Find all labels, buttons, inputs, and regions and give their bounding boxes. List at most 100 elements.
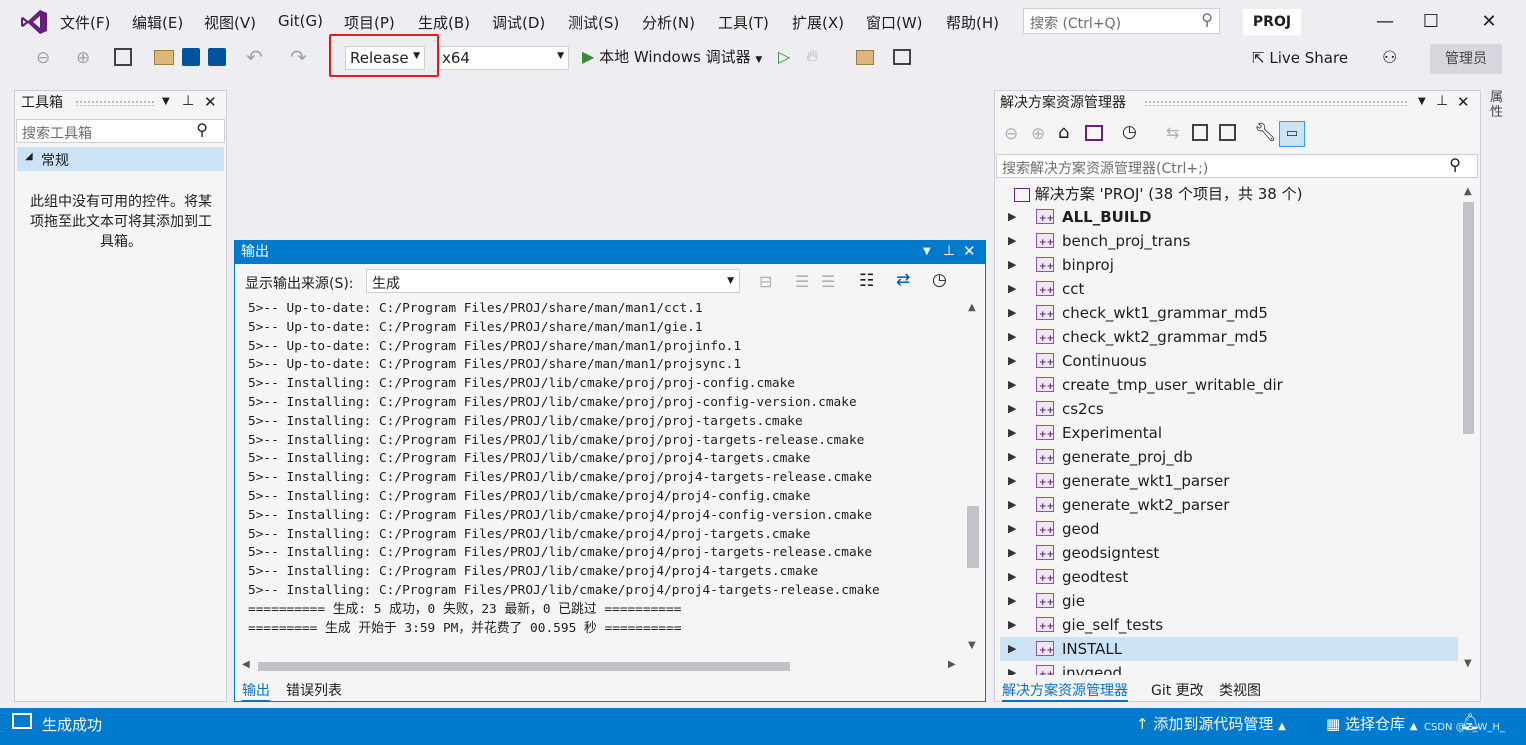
word-wrap-icon[interactable]: ⇄ xyxy=(896,270,910,290)
back-icon[interactable]: ⊖ xyxy=(36,48,50,68)
tree-item-project[interactable]: ▶ check_wkt1_grammar_md5 xyxy=(1000,301,1458,327)
dropdown-arrow-icon[interactable]: ▼ xyxy=(923,246,931,257)
expand-arrow-icon[interactable]: ▶ xyxy=(1008,469,1016,493)
menu-item[interactable]: 项目(P) xyxy=(344,12,395,33)
expand-arrow-icon[interactable]: ▶ xyxy=(1008,613,1016,637)
solution-search-input[interactable]: 搜索解决方案资源管理器(Ctrl+;) xyxy=(1002,158,1208,178)
prev-message-icon[interactable]: ☰ xyxy=(795,272,809,291)
expand-arrow-icon[interactable]: ▶ xyxy=(1008,205,1016,229)
output-source-dropdown[interactable]: 生成 ▼ xyxy=(366,269,740,293)
expand-arrow-icon[interactable]: ▶ xyxy=(1008,445,1016,469)
next-message-icon[interactable]: ☰ xyxy=(821,272,835,291)
show-all-files-icon[interactable] xyxy=(1219,124,1236,141)
menu-item[interactable]: 测试(S) xyxy=(568,12,619,33)
scroll-right-icon[interactable]: ▶ xyxy=(948,659,956,670)
solution-root[interactable]: 解决方案 'PROJ' (38 个项目，共 38 个) xyxy=(1014,183,1302,205)
solution-vertical-scrollbar[interactable]: ▲ ▼ xyxy=(1460,182,1477,674)
feedback-icon[interactable]: ⚇ xyxy=(1382,48,1397,68)
expand-arrow-icon[interactable]: ▶ xyxy=(1008,661,1016,675)
menu-item[interactable]: 文件(F) xyxy=(60,12,110,33)
tree-item-project[interactable]: ▶ create_tmp_user_writable_dir xyxy=(1000,373,1458,399)
toolbox-search-input[interactable]: 搜索工具箱 xyxy=(22,123,92,143)
tree-item-project[interactable]: ▶ invgeod xyxy=(1000,661,1458,675)
menu-item[interactable]: 帮助(H) xyxy=(946,12,999,33)
sync-icon[interactable]: ⇆ xyxy=(1166,123,1179,142)
tree-item-project[interactable]: ▶ generate_wkt2_parser xyxy=(1000,493,1458,519)
tree-item-project[interactable]: ▶ binproj xyxy=(1000,253,1458,279)
scroll-up-icon[interactable]: ▲ xyxy=(1464,186,1472,197)
close-icon[interactable]: ✕ xyxy=(204,93,217,111)
expand-arrow-icon[interactable]: ▶ xyxy=(1008,589,1016,613)
preview-selected-icon[interactable]: ▭ xyxy=(1279,121,1305,147)
menu-item[interactable]: Git(G) xyxy=(278,12,323,30)
scroll-thumb[interactable] xyxy=(258,662,790,671)
properties-side-tab[interactable]: 属性 xyxy=(1490,90,1504,120)
expand-arrow-icon[interactable]: ▶ xyxy=(1008,493,1016,517)
dropdown-arrow-icon[interactable]: ▼ xyxy=(162,96,170,107)
toolbox-search[interactable]: 搜索工具箱 ⚲ xyxy=(16,119,225,143)
tree-item-project[interactable]: ▶ cs2cs xyxy=(1000,397,1458,423)
solution-explorer-grip[interactable] xyxy=(1144,100,1408,106)
scroll-up-icon[interactable]: ▲ xyxy=(968,302,976,313)
clear-all-icon[interactable]: ☷ xyxy=(859,271,874,291)
search-icon[interactable]: ⚲ xyxy=(1201,10,1213,29)
vertical-scrollbar[interactable]: ▲ ▼ xyxy=(963,296,983,656)
expand-arrow-icon[interactable]: ▶ xyxy=(1008,301,1016,325)
solution-platform-dropdown[interactable]: x64 ▼ xyxy=(439,46,569,70)
pending-changes-filter-icon[interactable]: ◷ xyxy=(1122,122,1137,142)
menu-item[interactable]: 视图(V) xyxy=(204,12,256,33)
expand-arrow-icon[interactable]: ▶ xyxy=(1008,229,1016,253)
menu-item[interactable]: 扩展(X) xyxy=(792,12,844,33)
expand-arrow-icon[interactable]: ▶ xyxy=(1008,517,1016,541)
scroll-left-icon[interactable]: ◀ xyxy=(242,659,250,670)
open-folder-icon[interactable] xyxy=(154,50,174,65)
home-icon[interactable]: ⌂ xyxy=(1058,122,1069,143)
minimize-button[interactable]: — xyxy=(1370,8,1400,36)
scroll-down-icon[interactable]: ▼ xyxy=(1464,658,1472,669)
properties-wrench-icon[interactable]: 🔧︎ xyxy=(1254,122,1277,143)
scroll-thumb[interactable] xyxy=(967,506,979,568)
scroll-down-icon[interactable]: ▼ xyxy=(968,640,976,651)
close-icon[interactable]: ✕ xyxy=(1457,93,1470,111)
pin-icon[interactable]: ⊥ xyxy=(182,93,194,109)
add-to-source-control-button[interactable]: ↑ 添加到源代码管理 ▲ xyxy=(1136,713,1286,734)
pin-icon[interactable]: ⊥ xyxy=(1436,93,1448,109)
tree-item-project[interactable]: ▶ cct xyxy=(1000,277,1458,303)
dropdown-arrow-icon[interactable]: ▼ xyxy=(1418,96,1426,107)
switch-views-icon[interactable] xyxy=(1085,125,1103,141)
scroll-thumb[interactable] xyxy=(1463,202,1474,434)
save-icon[interactable] xyxy=(182,48,200,66)
expand-arrow-icon[interactable]: ▶ xyxy=(1008,565,1016,589)
tree-item-project[interactable]: ▶ gie xyxy=(1000,589,1458,615)
menu-item[interactable]: 工具(T) xyxy=(718,12,769,33)
find-in-files-icon[interactable] xyxy=(856,50,874,65)
redo-icon[interactable]: ↷ xyxy=(290,45,307,69)
tree-item-project[interactable]: ▶ Experimental xyxy=(1000,421,1458,447)
close-icon[interactable]: ✕ xyxy=(963,242,976,260)
tree-item-project[interactable]: ▶ ALL_BUILD xyxy=(1000,205,1458,231)
tree-item-project[interactable]: ▶ generate_wkt1_parser xyxy=(1000,469,1458,495)
toolbox-group-general[interactable]: ◢ 常规 xyxy=(17,147,224,171)
start-debugging-button[interactable]: ▶ 本地 Windows 调试器 ▼ xyxy=(582,46,762,67)
expand-arrow-icon[interactable]: ▶ xyxy=(1008,373,1016,397)
search-input[interactable]: 搜索 (Ctrl+Q) xyxy=(1030,16,1121,32)
solution-tab-class-view[interactable]: 类视图 xyxy=(1219,680,1261,700)
menu-item[interactable]: 生成(B) xyxy=(418,12,470,33)
collapse-all-icon[interactable] xyxy=(1192,124,1208,141)
select-repository-button[interactable]: ▦ 选择仓库 ▲ xyxy=(1326,713,1417,734)
new-project-icon[interactable] xyxy=(114,48,132,66)
save-all-icon[interactable] xyxy=(208,48,226,66)
tree-item-project[interactable]: ▶ geodtest xyxy=(1000,565,1458,591)
expand-arrow-icon[interactable]: ▶ xyxy=(1008,397,1016,421)
tree-item-project[interactable]: ▶ generate_proj_db xyxy=(1000,445,1458,471)
tree-item-project[interactable]: ▶ check_wkt2_grammar_md5 xyxy=(1000,325,1458,351)
output-tab-output[interactable]: 输出 xyxy=(242,680,270,702)
solution-search[interactable]: 搜索解决方案资源管理器(Ctrl+;) ⚲ xyxy=(996,154,1478,178)
undo-icon[interactable]: ↶ xyxy=(246,45,263,69)
expand-arrow-icon[interactable]: ▶ xyxy=(1008,637,1016,661)
tree-item-project[interactable]: ▶ geod xyxy=(1000,517,1458,543)
live-share-button[interactable]: ⇱ Live Share xyxy=(1252,49,1348,67)
menu-item[interactable]: 窗口(W) xyxy=(866,12,923,33)
expand-arrow-icon[interactable]: ▶ xyxy=(1008,421,1016,445)
tree-item-project[interactable]: ▶ Continuous xyxy=(1000,349,1458,375)
